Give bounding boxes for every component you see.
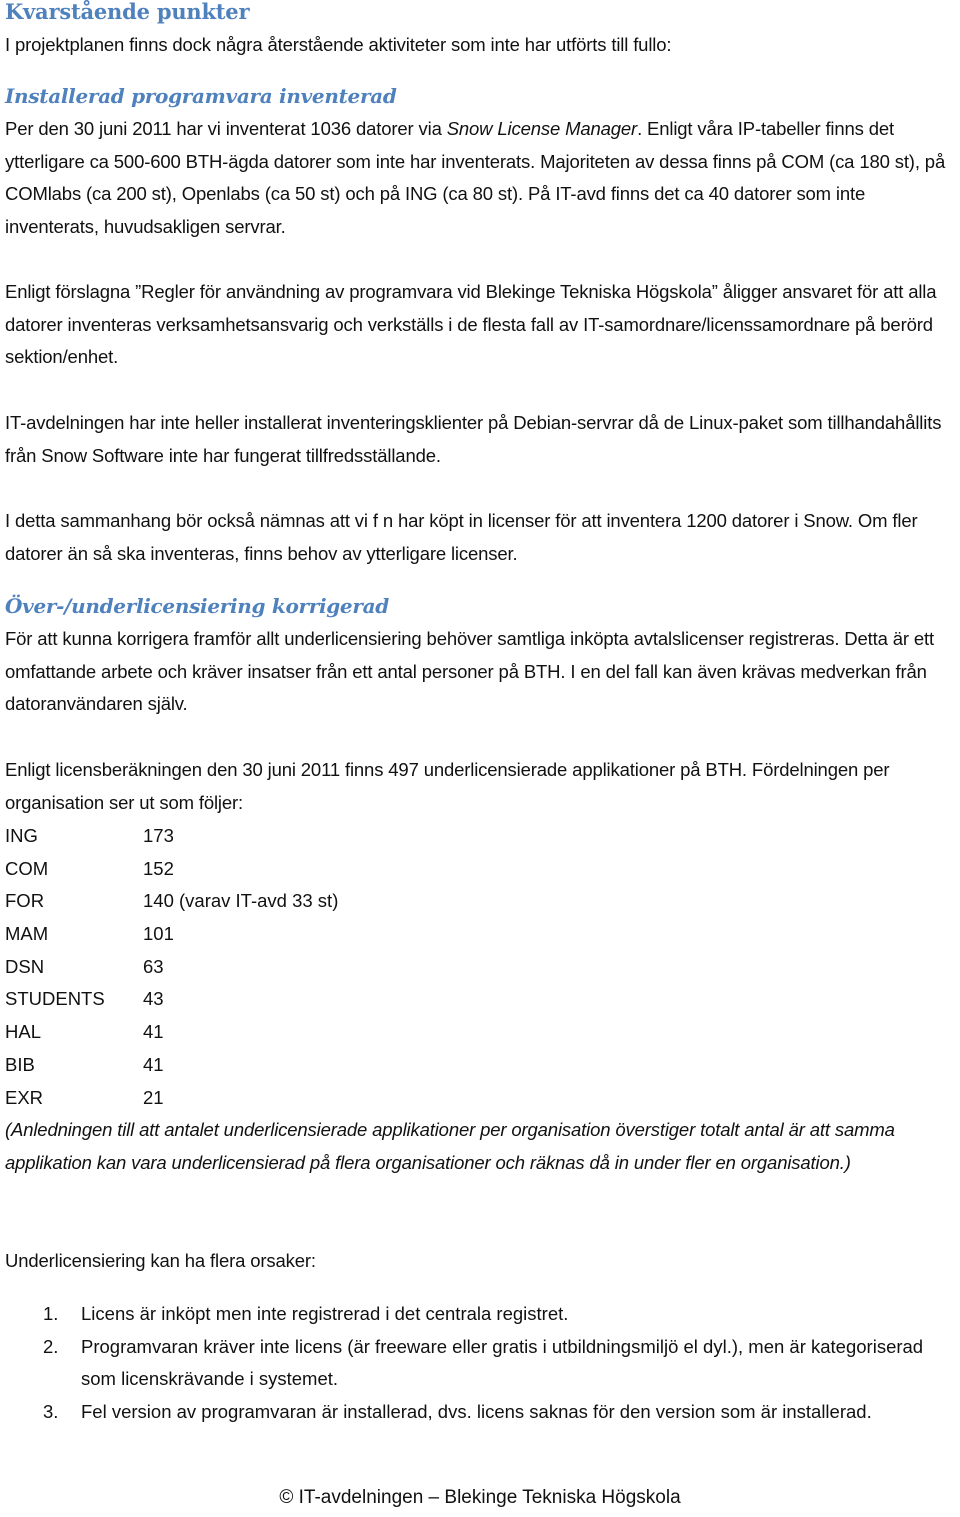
org-name: COM	[5, 857, 49, 879]
underlicensing-paragraph-2: Enligt licensberäkningen den 30 juni 201…	[5, 759, 890, 813]
installed-paragraph-3: IT-avdelningen har inte heller installer…	[5, 412, 942, 466]
org-count: 41	[143, 1053, 164, 1075]
organisation-table: ING 173 COM 152 FOR 140 (varav IT-avd 33 st…	[5, 820, 338, 1114]
note-paragraph: (Anledningen till att antalet underlicen…	[5, 1119, 895, 1173]
org-name: ING	[5, 825, 38, 846]
p1-text-before: Per den 30 juni 2011 har vi inventerat 1…	[5, 118, 447, 139]
org-name: HAL	[5, 1021, 41, 1043]
org-name: FOR	[5, 890, 45, 912]
installed-paragraph-1: Per den 30 juni 2011 har vi inventerat 1…	[5, 113, 960, 244]
org-count: 21	[143, 1086, 164, 1108]
list-item: 2. Programvaran kräver inte licens (är fr…	[5, 1331, 955, 1396]
table-row: EXR 21	[5, 1082, 338, 1115]
list-text: Licens är inköpt men inte registrerad i …	[81, 1303, 569, 1324]
list-item: 3. Fel version av programvaran är install…	[5, 1396, 955, 1429]
main-heading: Kvarstående punkter	[5, 0, 250, 24]
table-row: HAL 41	[5, 1016, 338, 1049]
list-number: 2.	[43, 1335, 59, 1357]
org-name: EXR	[5, 1086, 44, 1108]
list-text: Programvaran kräver inte licens (är free…	[81, 1335, 924, 1390]
org-count: 63	[143, 955, 164, 977]
underlicensing-paragraph-1: För att kunna korrigera framför allt und…	[5, 628, 935, 715]
causes-intro: Underlicensiering kan ha flera orsaker:	[5, 1250, 316, 1271]
installed-paragraph-4: I detta sammanhang bör också nämnas att …	[5, 510, 918, 564]
table-row: STUDENTS 43	[5, 983, 338, 1016]
list-number: 3.	[43, 1401, 59, 1423]
table-row: MAM 101	[5, 918, 338, 951]
org-count: 152	[143, 857, 174, 879]
org-count: 101	[143, 923, 174, 945]
org-count: 41	[143, 1021, 164, 1043]
org-count: 43	[143, 988, 164, 1010]
table-row: DSN 63	[5, 951, 338, 984]
page-footer: © IT-avdelningen – Blekinge Tekniska Hög…	[279, 1487, 681, 1508]
table-row: ING 173	[5, 820, 338, 853]
list-item: 1. Licens är inköpt men inte registrerad …	[5, 1298, 955, 1331]
list-number: 1.	[43, 1303, 59, 1324]
org-name: STUDENTS	[5, 988, 105, 1010]
installed-paragraph-2: Enligt förslagna ”Regler för användning …	[5, 281, 937, 368]
table-row: BIB 41	[5, 1049, 338, 1082]
org-name: MAM	[5, 923, 49, 945]
table-row: COM 152	[5, 853, 338, 886]
table-row: FOR 140 (varav IT-avd 33 st)	[5, 885, 338, 918]
org-name: DSN	[5, 955, 45, 977]
product-name: Snow License Manager	[446, 118, 638, 139]
org-count: 173	[143, 825, 174, 846]
causes-list: 1. Licens är inköpt men inte registrerad …	[5, 1298, 955, 1429]
org-count: 140 (varav IT-avd 33 st)	[143, 890, 339, 912]
list-text: Fel version av programvaran är installer…	[81, 1401, 872, 1423]
org-name: BIB	[5, 1053, 35, 1075]
installed-heading: Installerad programvara inventerad	[5, 84, 397, 108]
intro-paragraph: I projektplanen finns dock några återstå…	[5, 34, 672, 55]
underlicensing-heading: Över-/underlicensiering korrigerad	[5, 594, 389, 618]
